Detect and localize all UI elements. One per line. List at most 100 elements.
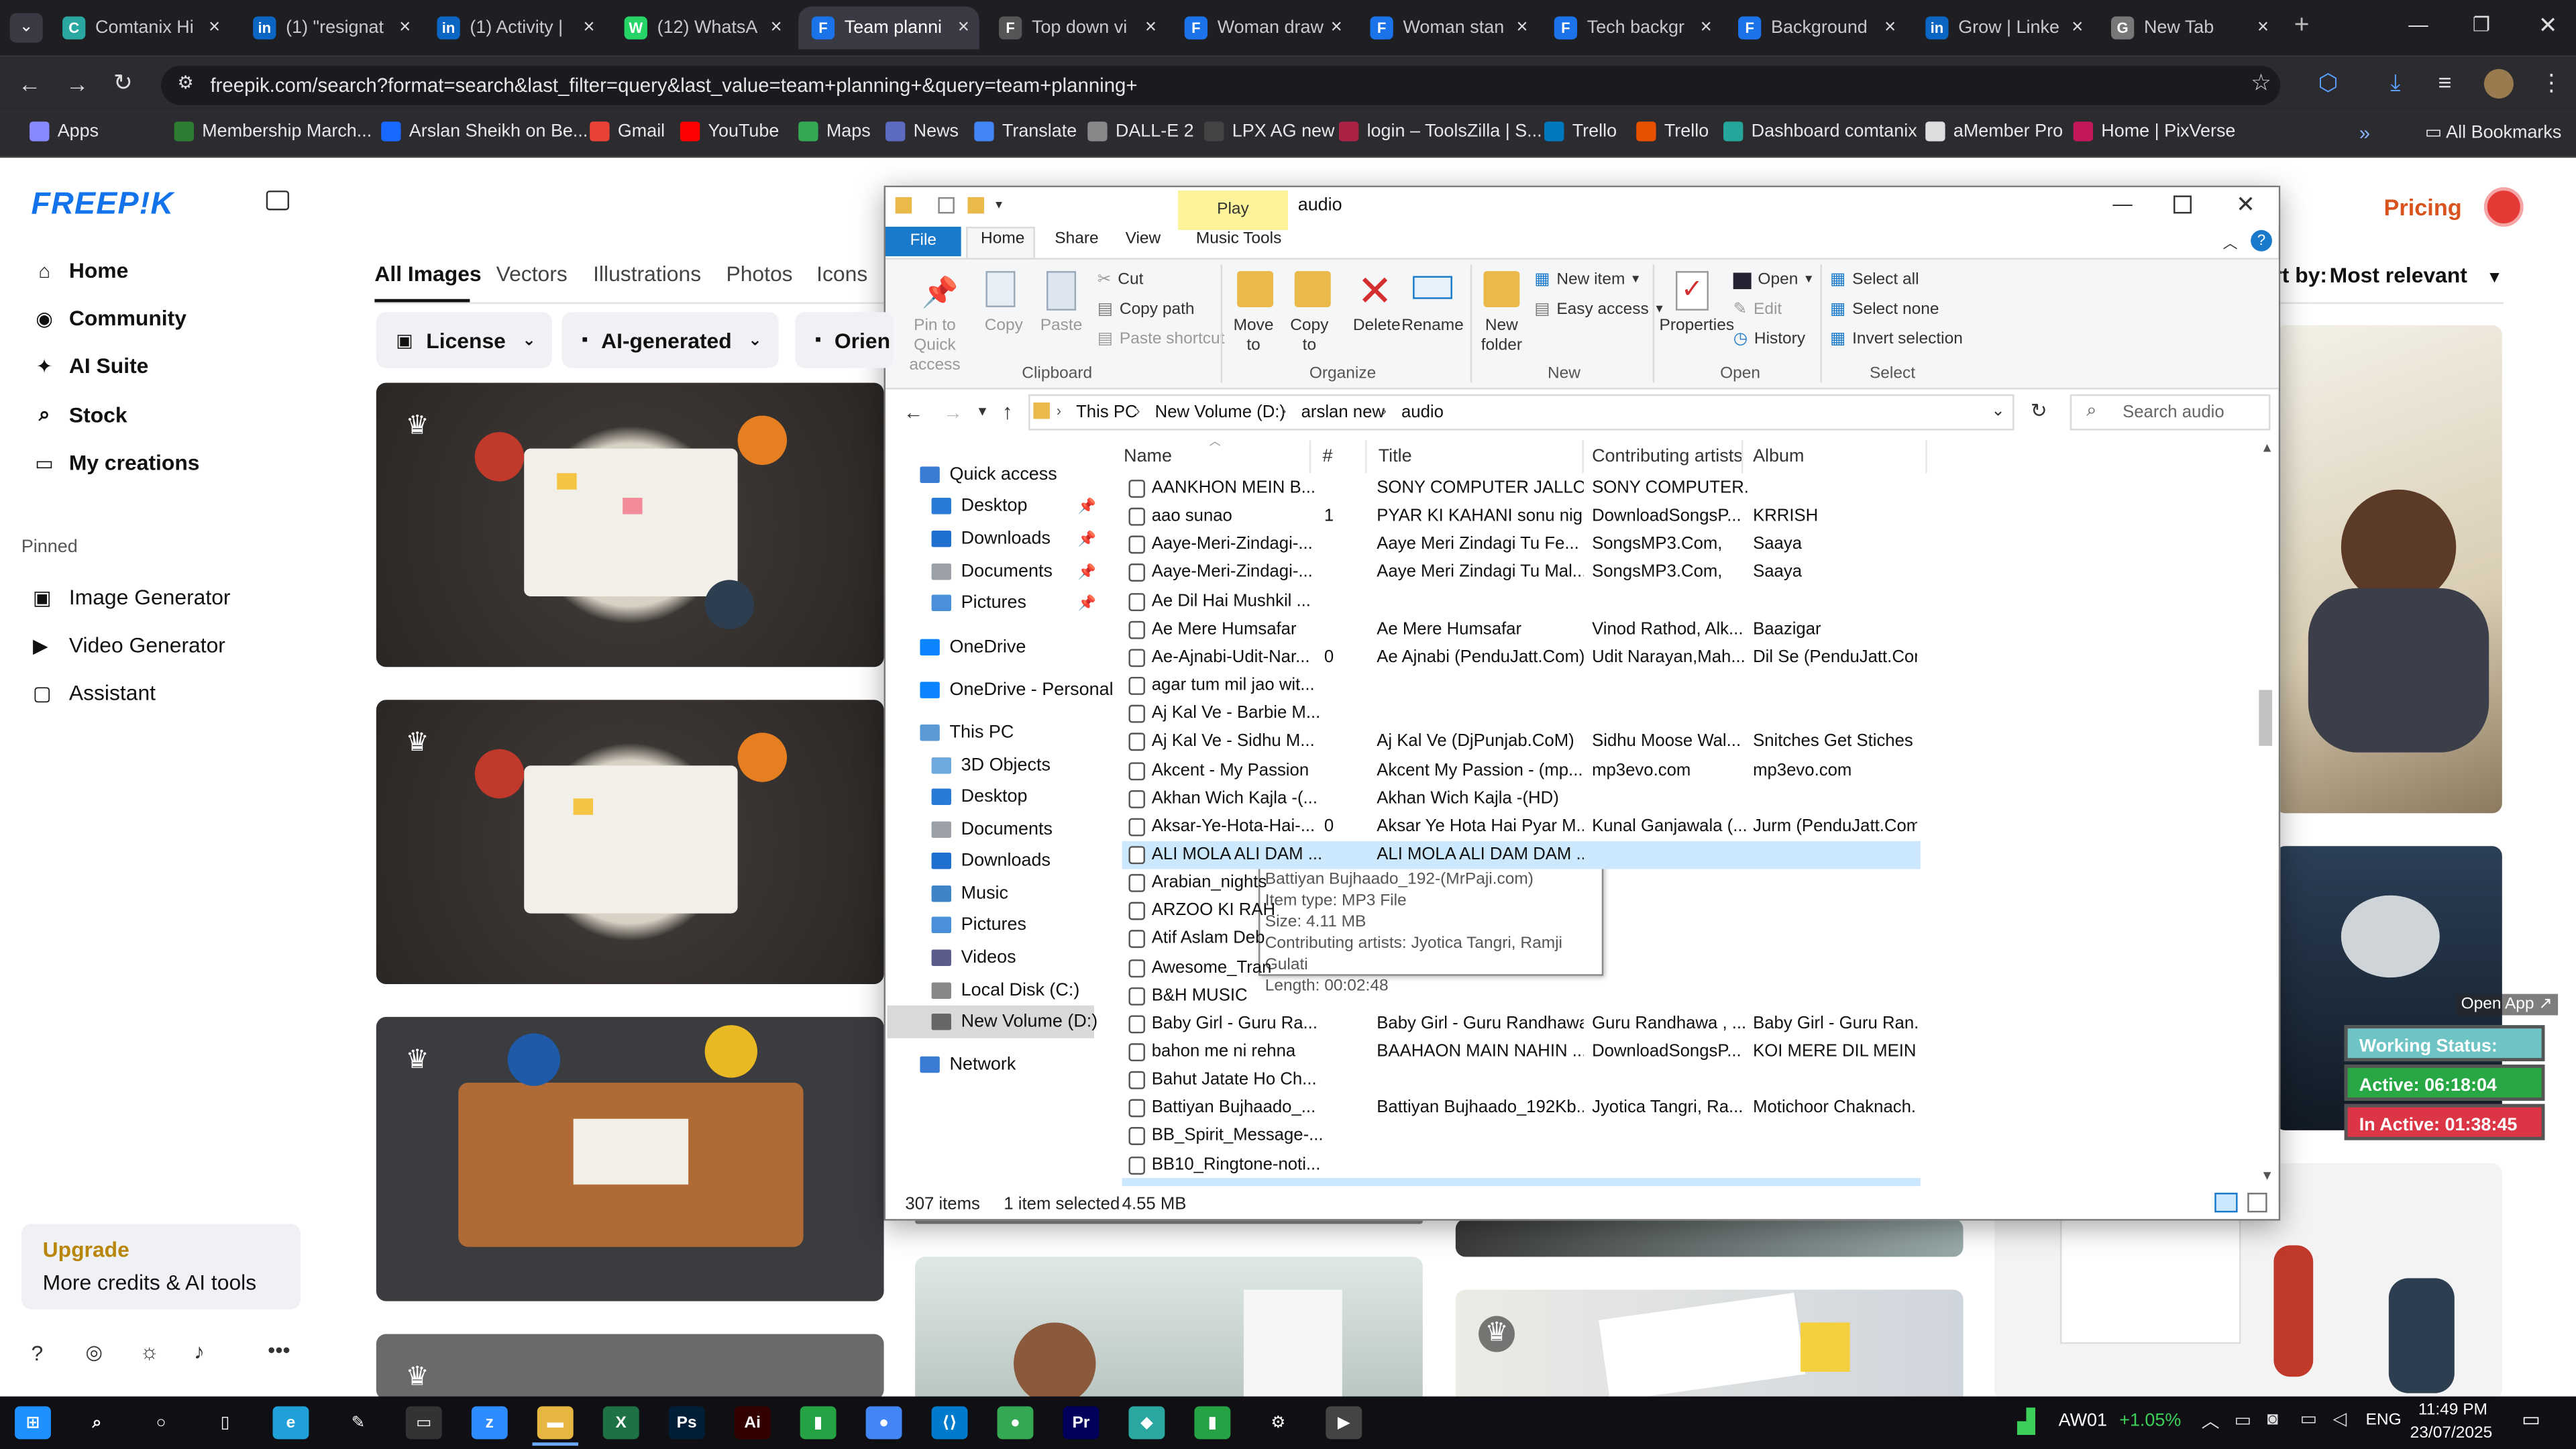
- history-button[interactable]: ◷ History: [1733, 330, 1805, 348]
- media-player-icon[interactable]: ▶: [1326, 1406, 1362, 1440]
- pricing-link[interactable]: Pricing: [2383, 194, 2461, 220]
- paste-button[interactable]: Paste: [1036, 317, 1085, 337]
- extension-icon[interactable]: ⬡: [2318, 69, 2339, 97]
- refresh-icon[interactable]: ↻: [2031, 399, 2047, 422]
- file-row[interactable]: Akcent - My Passion Akcent My Passion - (…: [1122, 757, 1921, 785]
- file-row[interactable]: Awesome_Tran: [1122, 954, 1921, 982]
- bookmark-item[interactable]: Arslan Sheikh on Be...: [381, 121, 588, 142]
- minimize-icon[interactable]: —: [2408, 13, 2428, 36]
- properties-quick-icon[interactable]: [938, 197, 955, 214]
- bookmark-item[interactable]: News: [885, 121, 959, 142]
- content-tab[interactable]: Icons: [816, 261, 867, 286]
- bookmark-item[interactable]: Trello: [1636, 121, 1709, 142]
- tab-close-icon[interactable]: ×: [2257, 15, 2269, 38]
- app-green-icon[interactable]: ▮: [800, 1406, 837, 1440]
- back-icon[interactable]: ←: [18, 70, 41, 97]
- nav-tree-item[interactable]: Downloads: [931, 529, 1051, 549]
- nav-tree-item[interactable]: Music: [931, 884, 1008, 904]
- bookmarks-overflow-icon[interactable]: »: [2359, 121, 2370, 144]
- zoom-icon[interactable]: z: [471, 1406, 508, 1440]
- ribbon-tab-file[interactable]: File: [885, 226, 961, 257]
- filter-dropdown[interactable]: ▪ AI-generated ⌄: [561, 312, 779, 368]
- nav-tree-item[interactable]: Videos: [931, 948, 1016, 967]
- select-none-button[interactable]: ▦ Select none: [1830, 301, 1939, 319]
- file-row[interactable]: Arabian_nights: [1122, 869, 1921, 898]
- edge-icon[interactable]: e: [272, 1406, 309, 1440]
- browser-tab[interactable]: F Top down vi ×: [985, 7, 1166, 50]
- browser-tab[interactable]: G New Tab ×: [2098, 7, 2278, 50]
- premiere-icon[interactable]: Pr: [1063, 1406, 1099, 1440]
- browser-tab[interactable]: in (1) Activity | ×: [424, 7, 604, 50]
- column-number[interactable]: #: [1322, 447, 1332, 466]
- easy-access-button[interactable]: ▤ Easy access ▼: [1534, 301, 1665, 319]
- camera-icon[interactable]: ◙: [2267, 1409, 2278, 1429]
- file-row[interactable]: B&H MUSIC: [1122, 982, 1921, 1010]
- nav-tree-item[interactable]: Documents: [931, 562, 1053, 582]
- nav-tree-item[interactable]: Quick access: [920, 465, 1057, 484]
- bookmark-item[interactable]: Dashboard comtanix: [1723, 121, 1917, 142]
- nav-tree-item[interactable]: Desktop: [931, 787, 1028, 806]
- tab-close-icon[interactable]: ×: [1145, 15, 1157, 38]
- new-tab-button[interactable]: +: [2287, 11, 2316, 41]
- new-folder-button[interactable]: New folder: [1475, 317, 1527, 357]
- bookmark-star-icon[interactable]: ☆: [2251, 69, 2271, 97]
- nav-tree-item[interactable]: New Volume (D:): [931, 1012, 1097, 1032]
- start-icon[interactable]: ⊞: [15, 1406, 51, 1440]
- sidebar-item-my-creations[interactable]: ▭ My creations: [33, 450, 200, 475]
- large-icons-view-icon[interactable]: [2247, 1192, 2267, 1213]
- column-artists[interactable]: Contributing artists: [1592, 447, 1743, 466]
- freepik-logo[interactable]: FREEP!K: [32, 187, 174, 223]
- image-thumbnail[interactable]: [2275, 325, 2502, 814]
- sort-dropdown[interactable]: Most relevant ▼: [2330, 263, 2503, 288]
- column-title[interactable]: Title: [1379, 447, 1412, 466]
- theme-icon[interactable]: ☼: [140, 1339, 159, 1364]
- sidebar-item-home[interactable]: ⌂ Home: [33, 258, 128, 282]
- scrollbar-thumb[interactable]: [2259, 690, 2272, 746]
- copy-button[interactable]: Copy: [979, 317, 1028, 337]
- ribbon-collapse-icon[interactable]: ︿: [2222, 231, 2237, 253]
- browser-tab[interactable]: F Woman draw ×: [1171, 7, 1352, 50]
- address-dropdown-icon[interactable]: ⌄: [1991, 402, 2005, 421]
- vscode-icon[interactable]: ⟨⟩: [931, 1406, 968, 1440]
- file-row[interactable]: Aksar-Ye-Hota-Hai-... 0 Aksar Ye Hota Hai …: [1122, 813, 1921, 841]
- file-row[interactable]: Bahut Jatate Ho Ch...: [1122, 1067, 1921, 1095]
- explorer-close-icon[interactable]: ✕: [2236, 191, 2255, 219]
- nav-tree-item[interactable]: 3D Objects: [931, 756, 1051, 775]
- browser-tab[interactable]: in Grow | Linke ×: [1913, 7, 2093, 50]
- content-tab[interactable]: Vectors: [496, 261, 568, 286]
- illustrator-icon[interactable]: Ai: [734, 1406, 771, 1440]
- recent-locations-icon[interactable]: ▼: [976, 404, 989, 419]
- close-icon[interactable]: ✕: [2538, 11, 2558, 40]
- bookmark-item[interactable]: Membership March...: [174, 121, 372, 142]
- nav-tree-item[interactable]: Pictures: [931, 915, 1026, 934]
- media-icon[interactable]: ≡: [2438, 69, 2451, 95]
- select-all-button[interactable]: ▦ Select all: [1830, 271, 1919, 289]
- image-thumbnail[interactable]: ♛: [1455, 1289, 1964, 1405]
- edit-button[interactable]: ✎ Edit: [1733, 301, 1782, 319]
- pin-quick-access-button[interactable]: Pin to Quick access: [892, 317, 977, 376]
- more-icon[interactable]: •••: [268, 1337, 290, 1362]
- cortana-icon[interactable]: ○: [143, 1406, 179, 1440]
- pen-icon[interactable]: ✎: [339, 1406, 376, 1440]
- download-icon[interactable]: ⤓: [2390, 69, 2400, 97]
- nav-tree-item[interactable]: Desktop: [931, 496, 1028, 516]
- sidebar-item-stock[interactable]: ⌕ Stock: [33, 402, 127, 427]
- breadcrumb-item[interactable]: arslan new: [1301, 402, 1385, 422]
- move-to-button[interactable]: Move to: [1229, 317, 1278, 357]
- tab-close-icon[interactable]: ×: [1331, 15, 1342, 38]
- nav-tree-item[interactable]: OneDrive - Personal: [920, 680, 1114, 700]
- browser-tab[interactable]: F Woman stan ×: [1357, 7, 1538, 50]
- network-icon[interactable]: ▭: [2300, 1408, 2317, 1429]
- nav-tree-item[interactable]: Network: [920, 1055, 1016, 1075]
- browser-tab[interactable]: W (12) WhatsA ×: [611, 7, 792, 50]
- tab-list-button[interactable]: ⌄: [9, 13, 43, 43]
- file-row[interactable]: Aj Kal Ve - Sidhu M... Aj Kal Ve (DjPunja…: [1122, 729, 1921, 757]
- browser-tab[interactable]: in (1) "resignat ×: [240, 7, 421, 50]
- file-row[interactable]: Ae-Ajnabi-Udit-Nar... 0 Ae Ajnabi (PenduJa…: [1122, 644, 1921, 672]
- file-row[interactable]: agar tum mil jao wit...: [1122, 672, 1921, 700]
- image-thumbnail[interactable]: ♛: [376, 382, 884, 667]
- copy-path-button[interactable]: ▤ Copy path: [1097, 301, 1195, 319]
- tray-chevron-icon[interactable]: ︿: [2202, 1408, 2220, 1434]
- bookmark-item[interactable]: Gmail: [590, 121, 665, 142]
- user-avatar[interactable]: [2483, 187, 2524, 227]
